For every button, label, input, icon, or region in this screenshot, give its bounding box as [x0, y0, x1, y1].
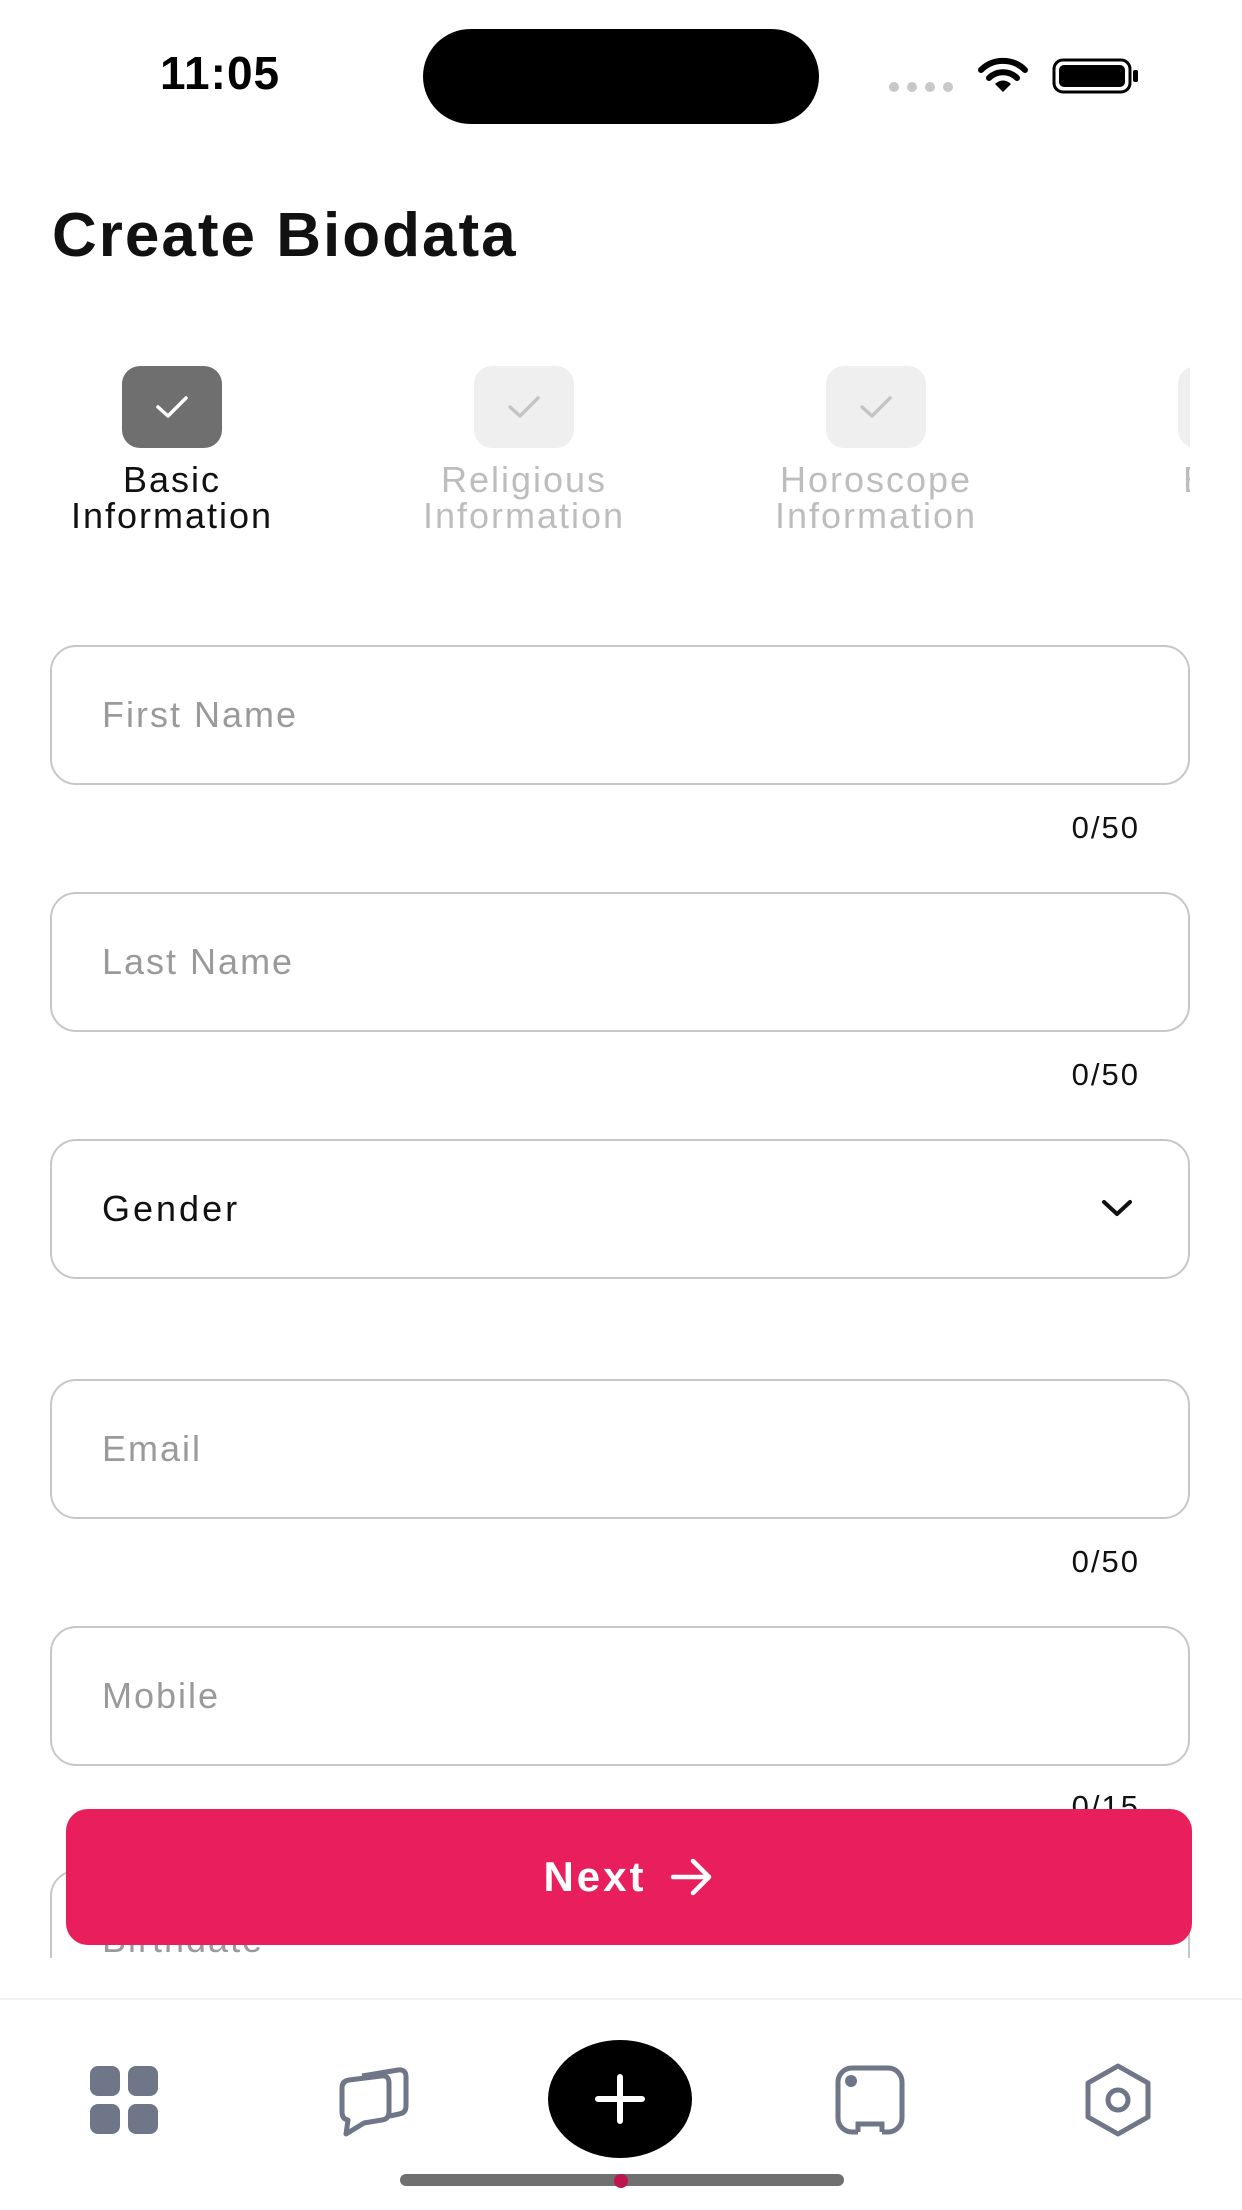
- step-education-location[interactable]: Educ Lo: [1083, 366, 1190, 534]
- last-name-counter: 0/50: [1071, 1057, 1140, 1092]
- device-icon: [835, 2065, 905, 2136]
- nav-settings[interactable]: [1078, 2060, 1158, 2140]
- nav-dashboard[interactable]: [84, 2060, 164, 2140]
- stepper: Basic Information Religious Information …: [0, 366, 1190, 546]
- page-title: Create Biodata: [52, 201, 518, 270]
- grid-icon: [90, 2066, 158, 2134]
- plus-icon: [595, 2074, 645, 2124]
- bottom-nav: [0, 1998, 1242, 2210]
- email-counter: 0/50: [1071, 1544, 1140, 1579]
- last-name-placeholder: Last Name: [102, 941, 295, 982]
- nav-device[interactable]: [830, 2060, 910, 2140]
- check-icon: [860, 396, 892, 418]
- step-basic-information[interactable]: Basic Information: [27, 366, 317, 534]
- first-name-field[interactable]: First Name: [50, 645, 1190, 785]
- step-label: Religious Information: [422, 459, 626, 536]
- step-label: Horoscope Information: [774, 459, 978, 536]
- step-check-box: [826, 366, 926, 448]
- dynamic-island: [423, 29, 819, 124]
- settings-icon: [1085, 2063, 1151, 2137]
- first-name-counter: 0/50: [1071, 810, 1140, 845]
- chevron-down-icon: [1102, 1200, 1132, 1216]
- next-button[interactable]: Next: [66, 1809, 1192, 1945]
- mobile-placeholder: Mobile: [102, 1675, 221, 1716]
- last-name-field[interactable]: Last Name: [50, 892, 1190, 1032]
- step-horoscope-information[interactable]: Horoscope Information: [731, 366, 1021, 534]
- step-check-box: [122, 366, 222, 448]
- wifi-icon: [978, 57, 1028, 92]
- gender-select[interactable]: Gender: [50, 1139, 1190, 1279]
- chat-icon: [339, 2067, 409, 2137]
- email-placeholder: Email: [102, 1428, 203, 1469]
- mobile-field[interactable]: Mobile: [50, 1626, 1190, 1766]
- first-name-placeholder: First Name: [102, 694, 299, 735]
- add-button[interactable]: [548, 2040, 692, 2158]
- step-label: Basic Information: [70, 459, 274, 536]
- step-religious-information[interactable]: Religious Information: [379, 366, 669, 534]
- check-icon: [156, 396, 188, 418]
- check-icon: [508, 396, 540, 418]
- nav-chat[interactable]: [334, 2060, 414, 2140]
- cellular-signal-icon: [889, 82, 953, 92]
- arrow-right-icon: [670, 1858, 711, 1896]
- step-check-box: [474, 366, 574, 448]
- status-time: 11:05: [160, 47, 281, 99]
- email-field[interactable]: Email: [50, 1379, 1190, 1519]
- gender-value: Gender: [102, 1188, 241, 1229]
- step-label: Educ Lo: [1083, 462, 1190, 534]
- next-label: Next: [543, 1853, 647, 1900]
- step-check-box: [1178, 366, 1190, 448]
- battery-icon: [1052, 58, 1138, 94]
- home-indicator-dot: [614, 2174, 628, 2188]
